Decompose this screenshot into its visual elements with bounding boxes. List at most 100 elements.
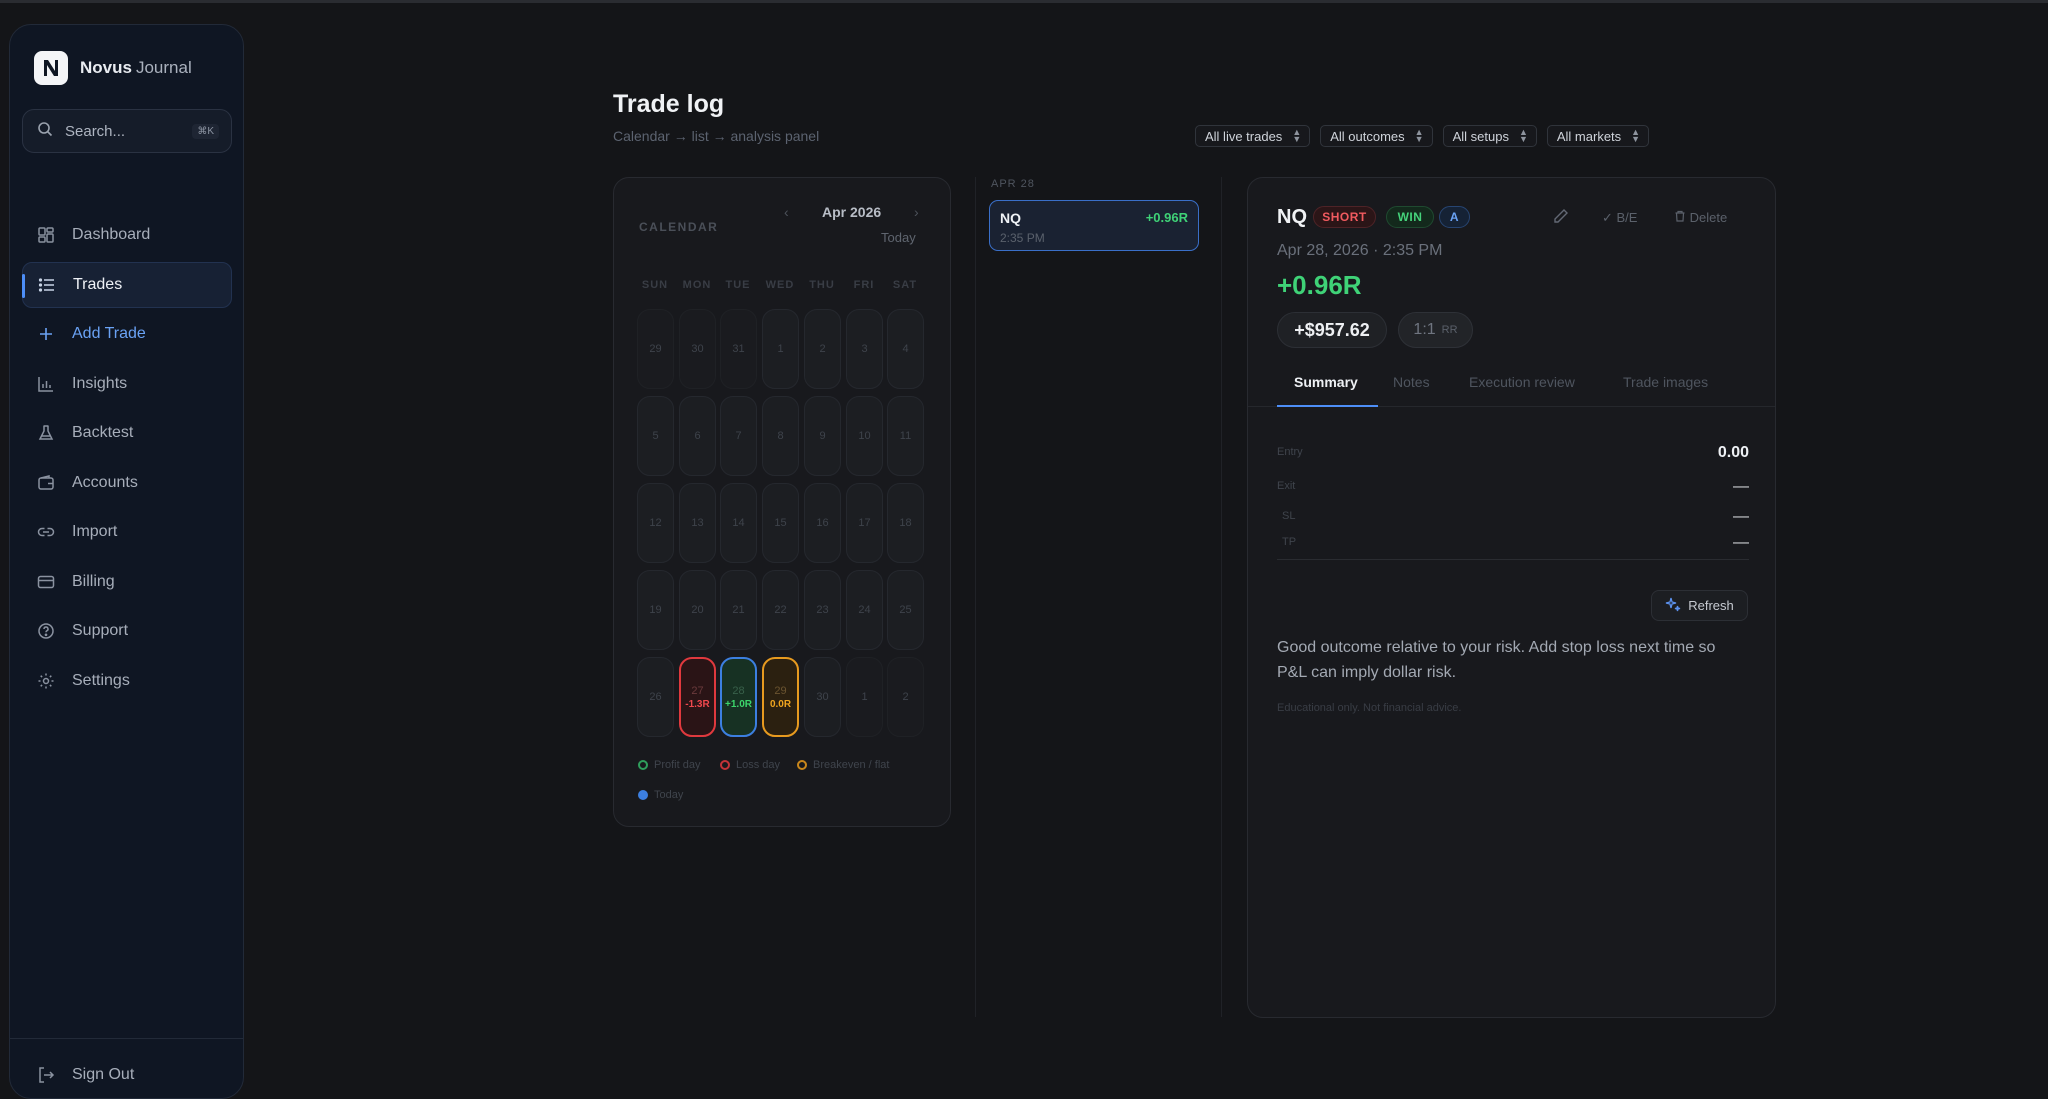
sidebar-item-import[interactable]: Import bbox=[22, 509, 232, 555]
sidebar-item-trades[interactable]: Trades bbox=[22, 261, 232, 308]
filter-label: All outcomes bbox=[1330, 128, 1405, 144]
weekday-header: WED bbox=[765, 279, 795, 291]
sidebar-item-backtest[interactable]: Backtest bbox=[22, 410, 232, 456]
calendar-day[interactable]: 19 bbox=[637, 570, 674, 650]
logo-icon bbox=[34, 51, 68, 85]
calendar-day[interactable]: 2 bbox=[804, 309, 841, 389]
calendar-day[interactable]: 16 bbox=[804, 483, 841, 563]
filter-setups-select[interactable]: All setups ▲ ▼ bbox=[1442, 125, 1537, 147]
calendar-day-r-value: -1.3R bbox=[685, 698, 710, 710]
brand[interactable]: Novus Journal bbox=[34, 51, 192, 85]
divider bbox=[1221, 177, 1222, 1017]
calendar-day[interactable]: 18 bbox=[887, 483, 924, 563]
calendar-day[interactable]: 1 bbox=[762, 309, 799, 389]
sidebar-item-label: Insights bbox=[72, 374, 128, 392]
calendar-day-number: 31 bbox=[732, 343, 745, 355]
calendar-day[interactable]: 8 bbox=[762, 396, 799, 476]
filter-markets-select[interactable]: All markets ▲ ▼ bbox=[1546, 125, 1650, 147]
calendar-day-number: 24 bbox=[858, 604, 871, 616]
calendar-day[interactable]: 9 bbox=[804, 396, 841, 476]
sidebar-item-label: Dashboard bbox=[72, 226, 151, 243]
active-tab-indicator bbox=[1277, 405, 1378, 407]
calendar-day[interactable]: 28 +1.0R bbox=[720, 657, 757, 737]
select-chevron-icon: ▲ ▼ bbox=[1414, 127, 1424, 144]
list-date-header: APR 28 bbox=[991, 178, 1035, 190]
sidebar-item-support[interactable]: Support bbox=[22, 608, 232, 654]
sidebar-item-label: Add Trade bbox=[72, 325, 146, 342]
delete-label: Delete bbox=[1689, 210, 1728, 225]
calendar-day[interactable]: 5 bbox=[637, 396, 674, 476]
sidebar-item-label: Import bbox=[72, 523, 118, 540]
calendar-day[interactable]: 4 bbox=[887, 309, 924, 389]
filter-label: All live trades bbox=[1205, 128, 1283, 144]
calendar-day[interactable]: 25 bbox=[887, 570, 924, 650]
sidebar-item-settings[interactable]: Settings bbox=[22, 658, 232, 704]
tab-execution-review[interactable]: Execution review bbox=[1469, 374, 1575, 390]
legend-dot-icon bbox=[638, 760, 648, 770]
trade-list-item[interactable]: NQ +0.96R 2:35 PM bbox=[989, 200, 1199, 251]
calendar-day: 2 bbox=[887, 657, 924, 737]
calendar-day[interactable]: 30 bbox=[804, 657, 841, 737]
calendar-day[interactable]: 13 bbox=[679, 483, 716, 563]
calendar-day[interactable]: 12 bbox=[637, 483, 674, 563]
filter-trades-select[interactable]: All live trades ▲ ▼ bbox=[1195, 125, 1311, 147]
calendar-month: Apr 2026 bbox=[822, 204, 882, 220]
calendar-day[interactable]: 26 bbox=[637, 657, 674, 737]
today-button[interactable]: Today bbox=[881, 230, 916, 245]
calendar-day[interactable]: 15 bbox=[762, 483, 799, 563]
calendar-day[interactable]: 29 0.0R bbox=[762, 657, 799, 737]
calendar-day[interactable]: 14 bbox=[720, 483, 757, 563]
calendar-day-number: 17 bbox=[858, 517, 871, 529]
select-chevron-icon: ▲ ▼ bbox=[1518, 127, 1528, 144]
calendar-day-number: 15 bbox=[774, 517, 787, 529]
calendar-day[interactable]: 11 bbox=[887, 396, 924, 476]
calendar-day[interactable]: 24 bbox=[846, 570, 883, 650]
calendar-day-number: 19 bbox=[649, 604, 662, 616]
tab-summary[interactable]: Summary bbox=[1294, 374, 1358, 390]
delete-button[interactable]: Delete bbox=[1674, 210, 1727, 225]
sign-out-button[interactable]: Sign Out bbox=[22, 1052, 232, 1098]
calendar-day-number: 25 bbox=[899, 604, 912, 616]
calendar-day-number: 12 bbox=[649, 517, 662, 529]
trash-icon bbox=[1674, 210, 1686, 225]
trade-datetime: Apr 28, 2026 · 2:35 PM bbox=[1277, 242, 1443, 259]
calendar-day[interactable]: 21 bbox=[720, 570, 757, 650]
calendar-day[interactable]: 22 bbox=[762, 570, 799, 650]
search-input[interactable]: Search... ⌘K bbox=[22, 109, 232, 153]
calendar-day[interactable]: 20 bbox=[679, 570, 716, 650]
prev-month-button[interactable]: ‹ bbox=[784, 204, 789, 220]
page-title: Trade log bbox=[613, 90, 725, 118]
calendar-day[interactable]: 27 -1.3R bbox=[679, 657, 716, 737]
trade-symbol: NQ bbox=[1000, 210, 1021, 226]
sidebar-item-accounts[interactable]: Accounts bbox=[22, 460, 232, 506]
grade-badge: A bbox=[1439, 206, 1470, 228]
sidebar-item-dashboard[interactable]: Dashboard bbox=[22, 212, 232, 258]
sidebar-item-add-trade[interactable]: Add Trade bbox=[22, 311, 232, 357]
calendar-day: 29 bbox=[637, 309, 674, 389]
edit-button[interactable] bbox=[1553, 208, 1569, 229]
breakeven-button[interactable]: ✓ B/E bbox=[1602, 210, 1637, 226]
field-sl: SL — bbox=[1282, 508, 1749, 525]
filter-outcomes-select[interactable]: All outcomes ▲ ▼ bbox=[1320, 125, 1433, 147]
calendar-day-number: 23 bbox=[816, 604, 829, 616]
sidebar-item-billing[interactable]: Billing bbox=[22, 559, 232, 605]
calendar-day[interactable]: 7 bbox=[720, 396, 757, 476]
next-month-button[interactable]: › bbox=[914, 204, 919, 220]
calendar-day[interactable]: 10 bbox=[846, 396, 883, 476]
calendar-day[interactable]: 6 bbox=[679, 396, 716, 476]
tab-trade-images[interactable]: Trade images bbox=[1623, 374, 1708, 390]
calendar-day-number: 1 bbox=[777, 343, 784, 355]
app-name: Novus Journal bbox=[80, 58, 192, 78]
calendar-day[interactable]: 3 bbox=[846, 309, 883, 389]
calendar-day-number: 30 bbox=[691, 343, 704, 355]
refresh-insight-button[interactable]: Refresh bbox=[1651, 590, 1748, 621]
tab-notes[interactable]: Notes bbox=[1393, 374, 1430, 390]
calendar-day-number: 30 bbox=[816, 691, 829, 703]
calendar-day[interactable]: 17 bbox=[846, 483, 883, 563]
sidebar-item-insights[interactable]: Insights bbox=[22, 361, 232, 407]
field-value: 0.00 bbox=[1717, 444, 1749, 461]
calendar-day-number: 7 bbox=[735, 430, 742, 442]
calendar-day-number: 22 bbox=[774, 604, 787, 616]
sidebar-item-label: Settings bbox=[72, 671, 130, 689]
calendar-day[interactable]: 23 bbox=[804, 570, 841, 650]
